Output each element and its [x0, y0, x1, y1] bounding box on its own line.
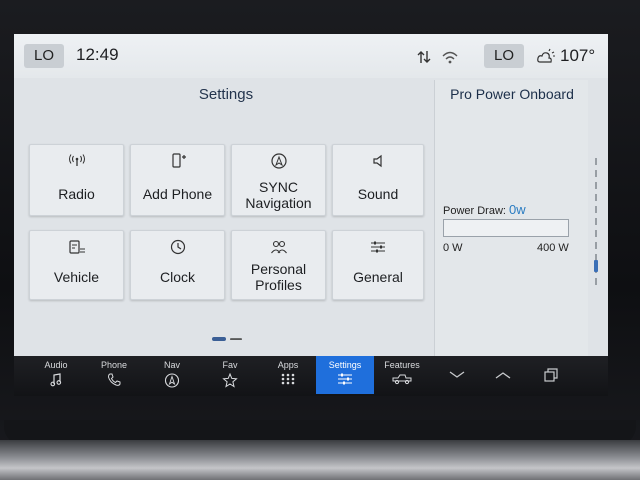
- nav-label: Settings: [328, 360, 362, 370]
- right-climate-button[interactable]: LO: [484, 44, 524, 68]
- add-phone-icon: [171, 153, 186, 168]
- clock-icon: [170, 239, 185, 255]
- tile-general[interactable]: General: [332, 230, 424, 300]
- left-climate-button[interactable]: LO: [24, 44, 64, 68]
- chevron-up-icon: [495, 372, 511, 379]
- window-switch-button[interactable]: [528, 360, 574, 390]
- status-bar: LO 12:49 LO 107°: [14, 34, 608, 78]
- weather-icon: [537, 48, 555, 63]
- profiles-icon: [270, 240, 287, 254]
- nav-label: Apps: [277, 360, 299, 370]
- nav-label: Nav: [163, 360, 180, 370]
- clock-time: 12:49: [76, 45, 119, 64]
- tile-clock[interactable]: Clock: [130, 230, 225, 300]
- navigation-icon: [270, 153, 287, 169]
- navigation-icon: [164, 373, 180, 388]
- wifi-icon: [442, 51, 458, 64]
- tile-sync-navigation[interactable]: SYNC Navigation: [231, 144, 326, 216]
- nav-settings[interactable]: Settings: [316, 356, 374, 394]
- nav-expand-button[interactable]: [480, 360, 526, 390]
- tile-label: Vehicle: [53, 269, 100, 285]
- nav-label: Phone: [100, 360, 128, 370]
- nav-features[interactable]: Features: [374, 356, 430, 394]
- chevron-down-icon: [449, 371, 465, 378]
- tile-label: Clock: [159, 269, 195, 285]
- pro-power-panel: Pro Power Onboard Power Draw: 0w 0 W 400…: [434, 80, 588, 356]
- tile-add-phone[interactable]: Add Phone: [130, 144, 225, 216]
- nav-label: Audio: [44, 360, 68, 370]
- vehicle-settings-icon: [68, 240, 85, 254]
- page-indicator[interactable]: [210, 336, 250, 342]
- nav-apps[interactable]: Apps: [260, 356, 316, 394]
- nav-label: Features: [384, 360, 420, 370]
- tile-label: Add Phone: [142, 186, 213, 202]
- power-draw-label: Power Draw:: [443, 205, 506, 217]
- power-draw-value: 0w: [509, 202, 526, 217]
- dashboard-trim: [0, 440, 640, 480]
- tile-label: Sound: [357, 186, 399, 202]
- tile-label: Radio: [58, 186, 95, 202]
- sliders-icon: [338, 373, 352, 385]
- outside-temperature: 107°: [560, 46, 596, 65]
- tile-vehicle[interactable]: Vehicle: [29, 230, 124, 300]
- infotainment-screen: LO 12:49 LO 107° Settings Radio Add Phon…: [14, 34, 608, 356]
- page-title: Settings: [198, 86, 254, 103]
- apps-grid-icon: [281, 373, 295, 385]
- tile-radio[interactable]: Radio: [29, 144, 124, 216]
- nav-phone[interactable]: Phone: [86, 356, 142, 394]
- tile-label: General: [353, 269, 403, 285]
- music-note-icon: [50, 373, 62, 387]
- sliders-icon: [371, 241, 385, 253]
- tile-sound[interactable]: Sound: [332, 144, 424, 216]
- nav-label: Fav: [222, 360, 238, 370]
- panel-title: Pro Power Onboard: [450, 86, 574, 102]
- panel-scrollbar[interactable]: [594, 158, 598, 288]
- data-transfer-icon: [417, 51, 431, 63]
- tile-personal-profiles[interactable]: Personal Profiles: [231, 230, 326, 300]
- tile-label-line1: Personal: [250, 261, 307, 277]
- nav-audio[interactable]: Audio: [28, 356, 84, 394]
- nav-collapse-button[interactable]: [434, 360, 480, 390]
- copy-windows-icon: [544, 368, 558, 382]
- power-draw-readout: Power Draw: 0w: [443, 202, 526, 217]
- power-draw-gauge: [443, 219, 569, 237]
- nav-nav[interactable]: Nav: [144, 356, 200, 394]
- radio-antenna-icon: [68, 154, 85, 166]
- speaker-icon: [373, 154, 382, 168]
- star-icon: [222, 373, 238, 388]
- gauge-min-label: 0 W: [443, 242, 463, 254]
- nav-fav[interactable]: Fav: [202, 356, 258, 394]
- truck-icon: [392, 374, 412, 385]
- phone-icon: [107, 373, 121, 386]
- bottom-nav-bar: Audio Phone Nav Fav Apps Settings Featur…: [14, 356, 608, 396]
- gauge-max-label: 400 W: [537, 242, 569, 254]
- tile-label-line2: Profiles: [255, 277, 302, 293]
- tile-label-line1: SYNC: [259, 179, 298, 195]
- tile-label-line2: Navigation: [245, 195, 312, 211]
